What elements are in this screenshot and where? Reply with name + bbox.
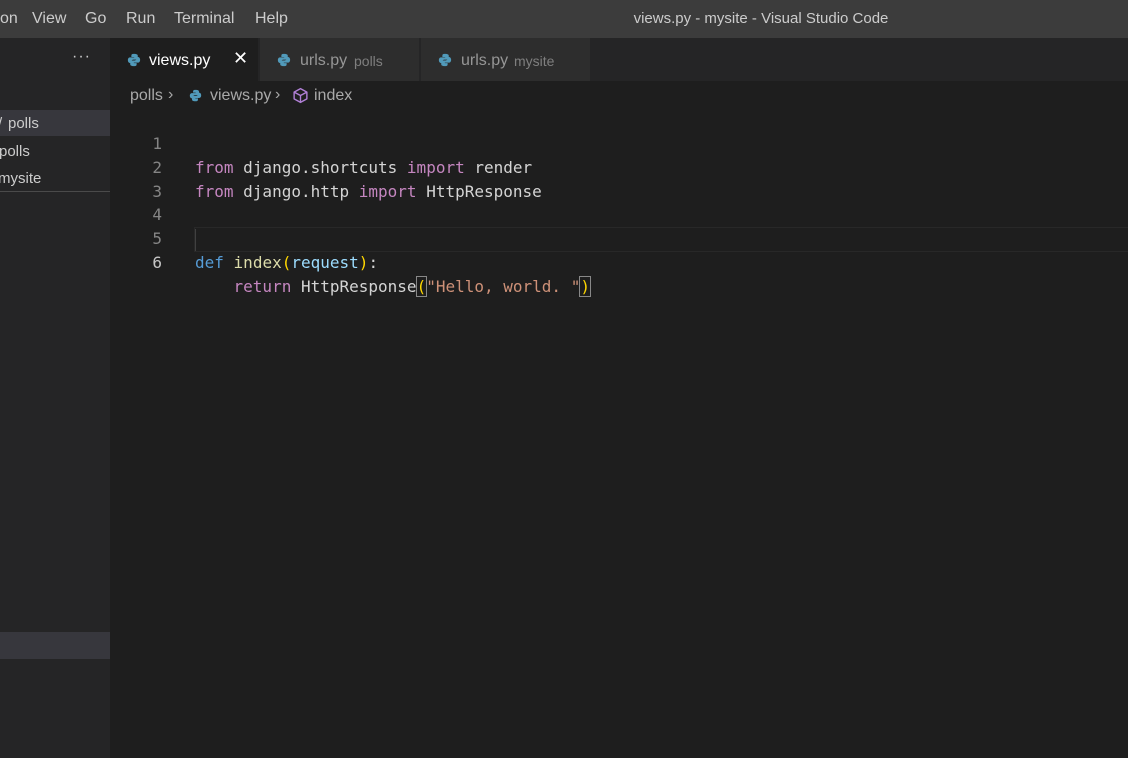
code-line: 3 <box>110 156 1128 201</box>
more-actions-icon[interactable]: ··· <box>72 48 91 66</box>
line-number: 6 <box>152 253 162 272</box>
tab-bar: views.py ✕ urls.py polls urls.py mysite <box>110 38 1128 81</box>
sidebar-divider <box>0 191 110 192</box>
code-editor[interactable]: 1 from django.shortcuts import render 2 … <box>110 109 1128 758</box>
function-name: index <box>233 253 282 272</box>
symbol-method-icon <box>293 87 308 104</box>
chevron-right-icon: › <box>275 86 281 103</box>
sidebar: ··· / polls polls mysite <box>0 38 110 758</box>
call-name: HttpResponse <box>291 277 417 296</box>
code-text: def index(request): <box>195 251 378 275</box>
code-line: 1 from django.shortcuts import render <box>110 108 1128 177</box>
chevron-right-icon: › <box>168 86 174 103</box>
code-line: 4 <box>110 179 1128 224</box>
tab-description: polls <box>354 53 383 69</box>
title-bar: on View Go Run Terminal Help views.py - … <box>0 0 1128 38</box>
tab-urls-py-polls[interactable]: urls.py polls <box>260 38 420 81</box>
python-icon <box>127 53 141 67</box>
breadcrumb-symbol[interactable]: index <box>314 87 352 105</box>
sidebar-item-label: polls <box>8 115 39 132</box>
string-literal: "Hello, world. " <box>426 277 581 296</box>
breadcrumb: polls › views.py › index <box>110 81 1128 109</box>
tab-label: urls.py <box>461 52 509 69</box>
bracket: ( <box>415 276 428 297</box>
tab-label: urls.py <box>300 52 348 69</box>
sidebar-item-polls-folder[interactable]: / polls <box>0 110 110 136</box>
sidebar-item-polls[interactable]: polls <box>0 138 110 164</box>
bracket: ) <box>579 276 591 297</box>
tab-description: mysite <box>514 53 555 69</box>
colon: : <box>368 253 379 272</box>
sidebar-section-header[interactable] <box>0 632 110 659</box>
sidebar-item-label: mysite <box>0 170 42 187</box>
python-icon <box>277 53 291 67</box>
code-line: 5 def index(request): <box>110 203 1128 272</box>
sidebar-item-label: polls <box>0 143 30 160</box>
window-title: views.py - mysite - Visual Studio Code <box>633 10 889 27</box>
keyword: def <box>195 253 224 272</box>
tab-views-py[interactable]: views.py ✕ <box>110 38 259 81</box>
breadcrumb-file[interactable]: views.py <box>210 87 271 105</box>
tab-urls-py-mysite[interactable]: urls.py mysite <box>421 38 591 81</box>
python-icon <box>189 89 202 102</box>
close-icon[interactable]: ✕ <box>233 48 248 68</box>
bracket: ) <box>358 253 369 272</box>
keyword: return <box>233 277 292 296</box>
parameter: request <box>291 253 359 272</box>
sidebar-item-marker: / <box>0 115 2 132</box>
sidebar-item-mysite[interactable]: mysite <box>0 165 110 191</box>
code-line: 2 from django.http import HttpResponse <box>110 132 1128 201</box>
code-line: 6 return HttpResponse("Hello, world. ") <box>110 227 1128 297</box>
tab-label: views.py <box>149 52 211 69</box>
breadcrumb-folder[interactable]: polls <box>130 87 163 105</box>
code-text: return HttpResponse("Hello, world. ") <box>195 275 591 299</box>
bracket: ( <box>281 253 292 272</box>
python-icon <box>438 53 452 67</box>
